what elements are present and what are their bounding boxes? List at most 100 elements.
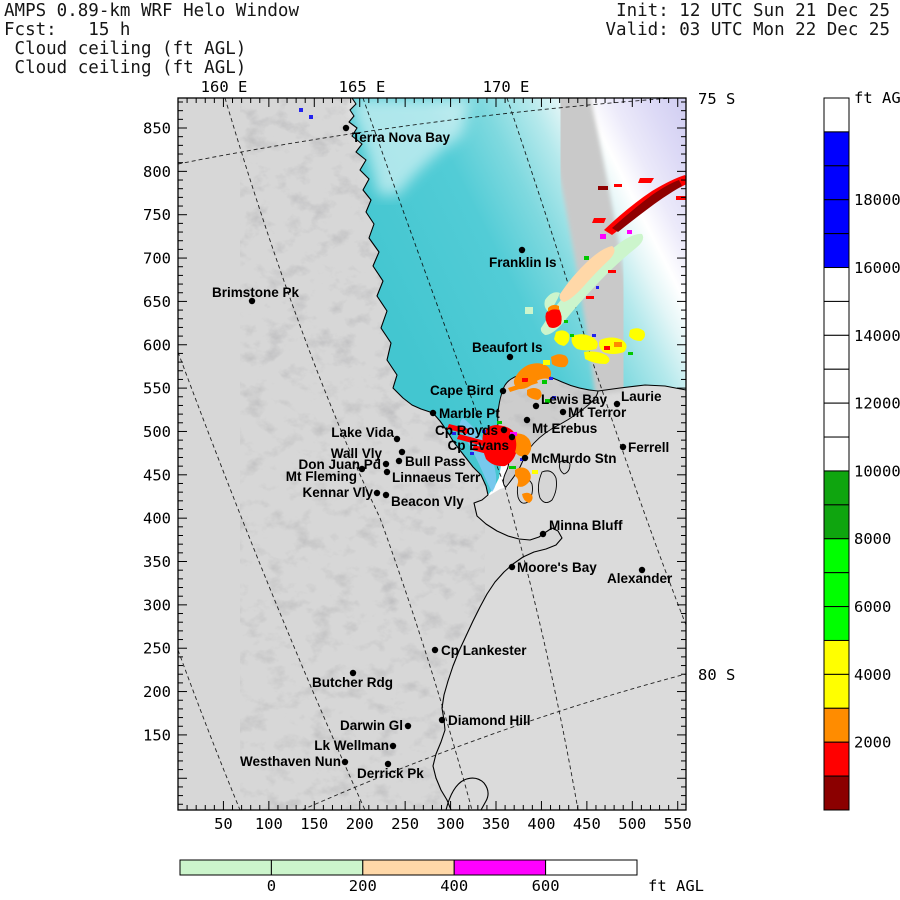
station-dot: [393, 435, 401, 443]
station-label: Darwin Gl: [340, 718, 403, 733]
station-label: Marble Pt: [439, 406, 500, 421]
station-label: Lake Vida: [331, 425, 394, 440]
colorbar-right: ft AGL 18000 16000 14000 12000 10000 8000 6000 4…: [823, 89, 900, 811]
station-label: Beacon Vly: [391, 494, 464, 509]
colorbar-label: 200: [349, 877, 377, 895]
y-tick-label: 200: [143, 683, 171, 701]
x-tick-label: 300: [437, 815, 465, 833]
station-dot: [373, 489, 381, 497]
station-label: Alexander: [607, 571, 673, 586]
station-label: Linnaeus Terr: [392, 470, 481, 485]
station-dot: [559, 408, 567, 416]
colorbar-cell: [823, 504, 850, 540]
station-dot: [532, 402, 540, 410]
station-dot: [508, 563, 516, 571]
station-dot: [404, 722, 412, 730]
colorbar-cell: [823, 606, 850, 641]
colorbar-cell: [823, 97, 850, 133]
colorbar-cell: [823, 538, 850, 574]
colorbar-cell: [823, 199, 850, 235]
x-tick-label: 250: [391, 815, 419, 833]
colorbar-cell: [823, 402, 850, 438]
amps-forecast-page: { "header": { "title": "AMPS 0.89-km WRF…: [0, 0, 900, 900]
colorbar-label: 14000: [854, 327, 900, 345]
colorbar-cell: [453, 859, 547, 876]
station-dot: [500, 426, 508, 434]
colorbar-cell: [823, 639, 850, 675]
station-label: Terra Nova Bay: [352, 130, 451, 145]
colorbar-cell: [823, 267, 850, 302]
colorbar-cell: [823, 673, 850, 709]
colorbar-cell: [823, 707, 850, 743]
y-tick-label: 850: [143, 120, 171, 138]
x-tick-label: 450: [573, 815, 601, 833]
station-label: Derrick Pk: [357, 766, 424, 781]
station-dot: [431, 646, 439, 654]
colorbar-unit: ft AGL: [854, 89, 900, 107]
longitude-label: 165 E: [339, 78, 386, 96]
station-dot: [341, 758, 349, 766]
y-tick-label: 400: [143, 510, 171, 528]
colorbar-cell: [823, 334, 850, 370]
colorbar-cell: [823, 300, 850, 336]
station-dot: [389, 742, 397, 750]
x-tick-label: 200: [346, 815, 374, 833]
station-dot: [539, 530, 547, 538]
forecast-map-canvas: 50 100 150 200 250 300 350 400 450 500 550 850 800 7…: [143, 78, 900, 895]
x-axis-labels: 50 100 150 200 250 300 350 400 450 500 550: [214, 815, 692, 833]
colorbar-label: 0: [267, 877, 276, 895]
y-tick-label: 800: [143, 163, 171, 181]
colorbar-cell: [823, 165, 850, 201]
x-tick-label: 350: [482, 815, 510, 833]
x-tick-label: 100: [255, 815, 283, 833]
station-label: Franklin Is: [489, 255, 557, 270]
station-dot: [383, 468, 391, 476]
colorbar-cell: [270, 859, 364, 876]
colorbar-cell: [823, 741, 850, 777]
x-tick-label: 550: [664, 815, 692, 833]
station-label: Mt Fleming: [286, 469, 357, 484]
y-tick-label: 350: [143, 553, 171, 571]
station-label: Butcher Rdg: [312, 675, 393, 690]
station-label: Bull Pass: [405, 454, 466, 469]
y-tick-label: 150: [143, 726, 171, 744]
station-label: Mt Erebus: [532, 421, 597, 436]
colorbar-unit: ft AGL: [648, 877, 704, 895]
station-dot: [499, 387, 507, 395]
colorbar-cell: [823, 131, 850, 167]
colorbar-label: 4000: [854, 666, 891, 684]
colorbar-label: 2000: [854, 734, 891, 752]
colorbar-label: 400: [440, 877, 468, 895]
x-tick-label: 50: [214, 815, 233, 833]
colorbar-label: 8000: [854, 530, 891, 548]
x-tick-label: 150: [300, 815, 328, 833]
station-label: Lk Wellman: [314, 738, 389, 753]
colorbar-label: 600: [532, 877, 560, 895]
station-label: Cape Bird: [430, 383, 494, 398]
y-axis-labels: 850 800 750 700 650 600 550 500 450 400 350 300 250 2…: [143, 120, 171, 745]
station-dot: [619, 443, 627, 451]
x-tick-label: 500: [618, 815, 646, 833]
station-label: Cp Evans: [447, 438, 509, 453]
y-tick-label: 650: [143, 293, 171, 311]
colorbar-cell: [362, 859, 455, 876]
station-dot: [521, 454, 529, 462]
colorbar-label: 12000: [854, 395, 900, 413]
colorbar-cell: [823, 775, 850, 811]
station-label: Moore's Bay: [517, 560, 597, 575]
station-label: Westhaven Nun: [240, 754, 341, 769]
station-dot: [438, 716, 446, 724]
y-tick-label: 600: [143, 336, 171, 354]
station-label: Ferrell: [628, 440, 669, 455]
station-dot: [382, 460, 390, 468]
station-label: Laurie: [621, 389, 662, 404]
station-dot: [342, 124, 350, 132]
colorbar-bottom: 0 200 400 600 ft AGL: [179, 859, 704, 895]
colorbar-cell: [823, 470, 850, 506]
station-dot: [429, 409, 437, 417]
latitude-label: 80 S: [698, 666, 735, 684]
station-label: Minna Bluff: [549, 518, 623, 533]
colorbar-cell: [545, 859, 638, 876]
colorbar-label: 10000: [854, 462, 900, 480]
station-dot: [395, 457, 403, 465]
